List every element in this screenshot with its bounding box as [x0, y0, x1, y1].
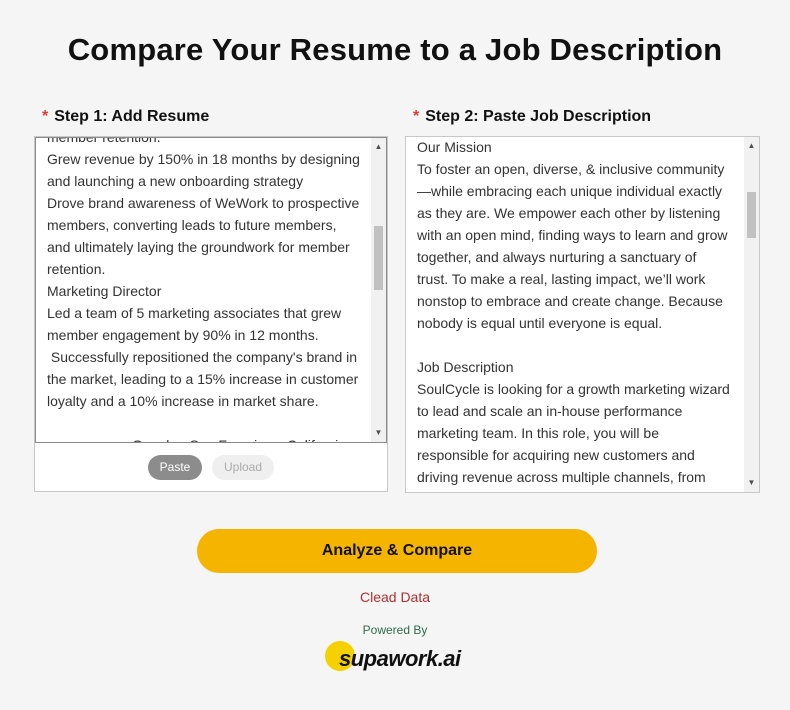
analyze-compare-button[interactable]: Analyze & Compare: [197, 529, 597, 573]
resume-line: and launching a new onboarding strategy: [47, 173, 304, 189]
resume-line: member retention.: [47, 137, 161, 145]
step2-label-text: Step 2: Paste Job Description: [425, 108, 652, 125]
clear-data-link: Clead Data: [0, 589, 790, 605]
jd-line: SoulCycle is looking for a growth market…: [417, 381, 730, 397]
scroll-thumb[interactable]: [374, 226, 383, 290]
resume-line: Marketing Director: [47, 283, 162, 299]
paste-button[interactable]: Paste: [148, 455, 202, 480]
step1-label: * Step 1: Add Resume: [42, 108, 209, 126]
step1-label-text: Step 1: Add Resume: [54, 108, 210, 125]
jd-line: nobody is equal until everyone is equal.: [417, 315, 663, 331]
jd-line: trust. To make a real, lasting impact, w…: [417, 271, 706, 287]
upload-button[interactable]: Upload: [212, 455, 274, 480]
resume-line: [47, 412, 365, 434]
scroll-down-icon[interactable]: ▼: [744, 476, 759, 490]
jd-line: marketing team. In this role, you will b…: [417, 425, 659, 441]
scroll-thumb[interactable]: [747, 192, 756, 238]
jd-line: Job Description: [417, 359, 514, 375]
powered-by-label: Powered By: [362, 623, 428, 637]
jd-line: —while embracing each unique individual …: [417, 183, 723, 199]
jd-line: with an open mind, finding ways to learn…: [417, 227, 728, 243]
resume-panel: member retention. Grew revenue by 150% i…: [34, 136, 388, 492]
page: Compare Your Resume to a Job Description…: [0, 0, 790, 710]
resume-line: retention.: [47, 261, 106, 277]
resume-scrollbar[interactable]: ▲ ▼: [371, 138, 386, 442]
scroll-up-icon[interactable]: ▲: [744, 139, 759, 153]
required-asterisk: *: [42, 108, 49, 125]
required-asterisk: *: [413, 108, 420, 125]
jd-line: as they are. We empower each other by li…: [417, 205, 721, 221]
job-description-content: Our Mission To foster an open, diverse, …: [417, 137, 739, 488]
job-description-textarea[interactable]: Our Mission To foster an open, diverse, …: [405, 136, 760, 493]
jd-line: nonstop to embrace and create change. Be…: [417, 293, 723, 309]
scroll-up-icon[interactable]: ▲: [371, 140, 386, 154]
resume-textarea[interactable]: member retention. Grew revenue by 150% i…: [35, 137, 387, 443]
resume-line: Google - San Francisco, California: [47, 434, 365, 442]
resume-line: and ultimately laying the groundwork for…: [47, 239, 350, 255]
resume-line: the market, leading to a 15% increase in…: [47, 371, 359, 387]
resume-line: Grew revenue by 150% in 18 months by des…: [47, 151, 360, 167]
resume-line: Drove brand awareness of WeWork to prosp…: [47, 195, 360, 211]
jd-line: [417, 334, 739, 356]
jd-line: responsible for acquiring new customers …: [417, 447, 695, 463]
clear-data-link-text[interactable]: Clead Data: [360, 589, 430, 605]
jd-line: together, and always nurturing a sanctua…: [417, 249, 697, 265]
resume-line: members, converting leads to future memb…: [47, 217, 337, 233]
resume-content: member retention. Grew revenue by 150% i…: [47, 137, 365, 442]
jd-scrollbar[interactable]: ▲ ▼: [744, 137, 759, 492]
jd-line: to lead and scale an in-house performanc…: [417, 403, 683, 419]
scroll-down-icon[interactable]: ▼: [371, 426, 386, 440]
resume-line: loyalty and a 10% increase in market sha…: [47, 393, 319, 409]
jd-line: Our Mission: [417, 139, 492, 155]
step2-label: * Step 2: Paste Job Description: [413, 108, 651, 126]
resume-line: Successfully repositioned the company's …: [47, 349, 358, 365]
jd-line: driving revenue across multiple channels…: [417, 469, 706, 485]
resume-line: member engagement by 90% in 12 months.: [47, 327, 319, 343]
resume-line: Led a team of 5 marketing associates tha…: [47, 305, 342, 321]
page-title: Compare Your Resume to a Job Description: [67, 32, 723, 67]
logo-text: supawork.ai: [339, 646, 461, 671]
jd-line: To foster an open, diverse, & inclusive …: [417, 161, 725, 177]
supawork-logo[interactable]: supawork.ai: [323, 640, 467, 678]
